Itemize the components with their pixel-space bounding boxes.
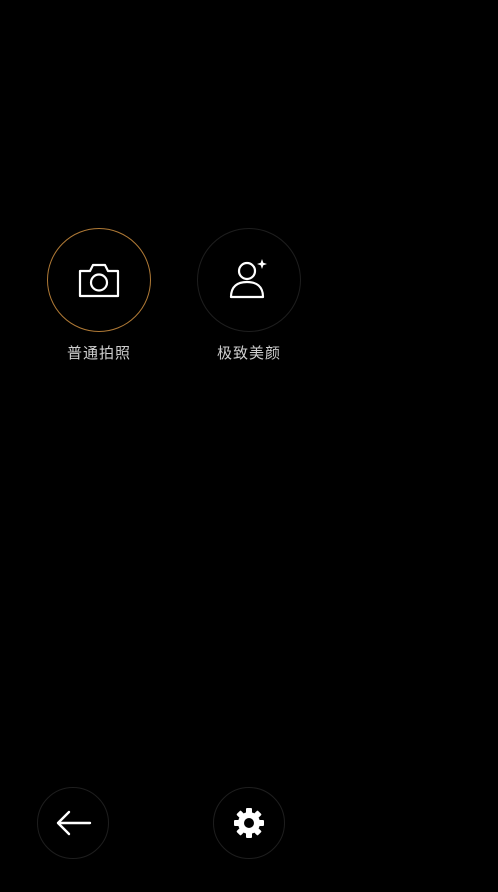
camera-icon <box>78 263 120 298</box>
mode-normal-photo[interactable]: 普通拍照 <box>44 228 154 363</box>
mode-normal-photo-label: 普通拍照 <box>66 344 131 362</box>
mode-beauty-button[interactable] <box>197 228 301 332</box>
settings-button[interactable] <box>213 787 285 859</box>
back-arrow-icon <box>56 810 92 836</box>
gear-icon <box>234 808 264 838</box>
mode-normal-photo-button[interactable] <box>47 228 151 332</box>
back-button[interactable] <box>37 787 109 859</box>
beauty-portrait-icon <box>229 259 267 299</box>
mode-beauty-label: 极致美颜 <box>216 344 281 362</box>
mode-beauty[interactable]: 极致美颜 <box>194 228 304 363</box>
